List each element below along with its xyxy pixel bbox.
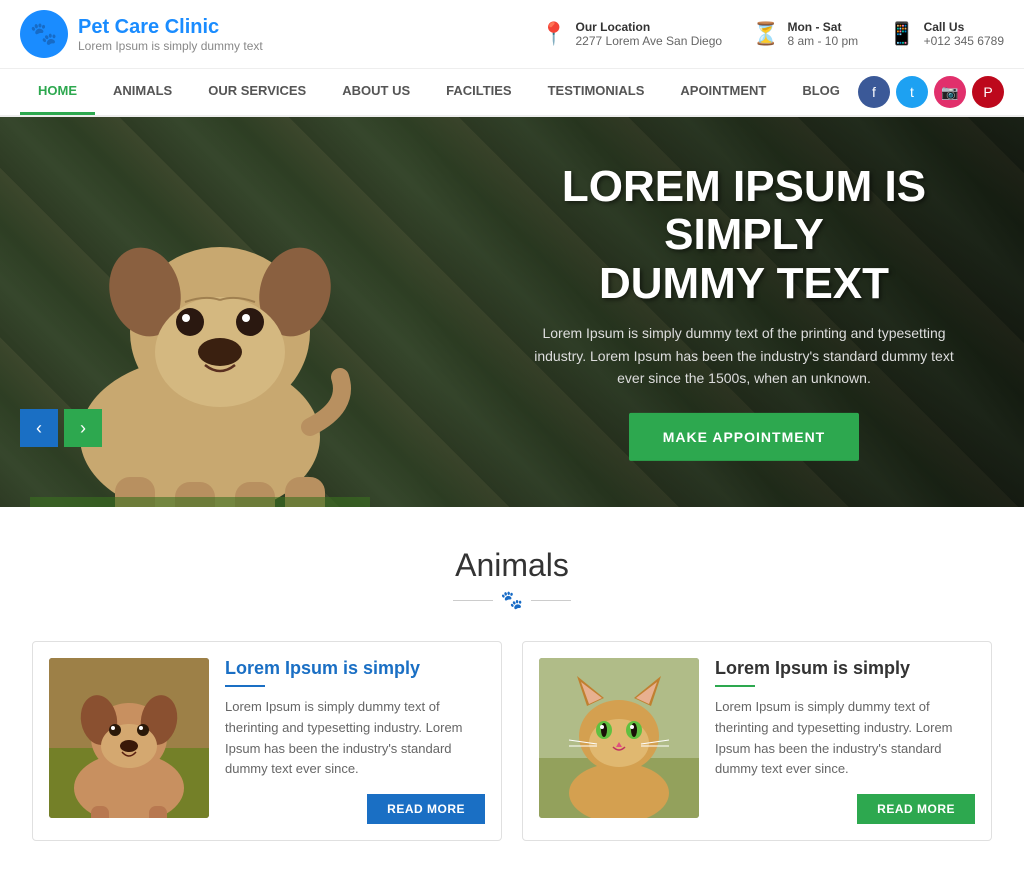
top-info: 📍 Our Location 2277 Lorem Ave San Diego … bbox=[540, 20, 1004, 48]
animals-section-title: Animals bbox=[20, 547, 1004, 584]
nav-blog[interactable]: BLOG bbox=[784, 69, 858, 115]
section-divider: 🐾 bbox=[20, 590, 1004, 611]
phone-info: 📱 Call Us +012 345 6789 bbox=[888, 20, 1004, 48]
call-value: +012 345 6789 bbox=[924, 34, 1004, 48]
pinterest-icon[interactable]: P bbox=[972, 76, 1004, 108]
paw-divider-icon: 🐾 bbox=[501, 590, 523, 611]
phone-icon: 📱 bbox=[888, 21, 915, 47]
carousel-prev-button[interactable]: ‹ bbox=[20, 409, 58, 447]
location-label: Our Location bbox=[576, 20, 723, 34]
location-info: 📍 Our Location 2277 Lorem Ave San Diego bbox=[540, 20, 722, 48]
animal-cards-row: Lorem Ipsum is simply Lorem Ipsum is sim… bbox=[20, 641, 1004, 841]
cat-card-image bbox=[539, 658, 699, 818]
dog-card-image bbox=[49, 658, 209, 818]
hero-dog-image bbox=[30, 137, 400, 507]
logo-icon: 🐾 bbox=[20, 10, 68, 58]
twitter-icon[interactable]: t bbox=[896, 76, 928, 108]
site-subtitle: Lorem Ipsum is simply dummy text bbox=[78, 39, 263, 53]
animal-card-cat: Lorem Ipsum is simply Lorem Ipsum is sim… bbox=[522, 641, 992, 841]
hero-title: LOREM IPSUM IS SIMPLY DUMMY TEXT bbox=[524, 163, 964, 308]
carousel-next-button[interactable]: › bbox=[64, 409, 102, 447]
logo-area: 🐾 Pet Care Clinic Lorem Ipsum is simply … bbox=[20, 10, 263, 58]
hero-description: Lorem Ipsum is simply dummy text of the … bbox=[524, 322, 964, 389]
facebook-icon[interactable]: f bbox=[858, 76, 890, 108]
cat-card-description: Lorem Ipsum is simply dummy text of ther… bbox=[715, 697, 975, 780]
hero-content: LOREM IPSUM IS SIMPLY DUMMY TEXT Lorem I… bbox=[524, 163, 964, 461]
location-icon: 📍 bbox=[540, 21, 567, 47]
dog-card-title: Lorem Ipsum is simply bbox=[225, 658, 485, 679]
logo-text: Pet Care Clinic Lorem Ipsum is simply du… bbox=[78, 16, 263, 53]
nav-services[interactable]: OUR SERVICES bbox=[190, 69, 324, 115]
call-label: Call Us bbox=[924, 20, 1004, 34]
hours-value: 8 am - 10 pm bbox=[787, 34, 858, 48]
dog-card-description: Lorem Ipsum is simply dummy text of ther… bbox=[225, 697, 485, 780]
hours-info: ⏳ Mon - Sat 8 am - 10 pm bbox=[752, 20, 858, 48]
nav-bar: HOME ANIMALS OUR SERVICES ABOUT US FACIL… bbox=[0, 69, 1024, 117]
appointment-button[interactable]: MAKE APPOINTMENT bbox=[629, 413, 859, 461]
social-icons: f t 📷 P bbox=[858, 76, 1004, 108]
dog-card-content: Lorem Ipsum is simply Lorem Ipsum is sim… bbox=[225, 658, 485, 824]
cat-card-underline bbox=[715, 685, 755, 687]
animal-card-dog: Lorem Ipsum is simply Lorem Ipsum is sim… bbox=[32, 641, 502, 841]
hours-label: Mon - Sat bbox=[787, 20, 858, 34]
top-bar: 🐾 Pet Care Clinic Lorem Ipsum is simply … bbox=[0, 0, 1024, 69]
animals-section: Animals 🐾 bbox=[0, 507, 1024, 871]
dog-card-underline bbox=[225, 685, 265, 687]
nav-animals[interactable]: ANIMALS bbox=[95, 69, 190, 115]
clock-icon: ⏳ bbox=[752, 21, 779, 47]
location-value: 2277 Lorem Ave San Diego bbox=[576, 34, 723, 48]
cat-card-read-more-button[interactable]: READ MORE bbox=[857, 794, 975, 824]
carousel-controls: ‹ › bbox=[20, 409, 102, 447]
cat-card-title: Lorem Ipsum is simply bbox=[715, 658, 975, 679]
dog-card-read-more-button[interactable]: READ MORE bbox=[367, 794, 485, 824]
nav-links: HOME ANIMALS OUR SERVICES ABOUT US FACIL… bbox=[20, 69, 858, 115]
nav-testimonials[interactable]: TESTIMONIALS bbox=[530, 69, 663, 115]
cat-card-content: Lorem Ipsum is simply Lorem Ipsum is sim… bbox=[715, 658, 975, 824]
instagram-icon[interactable]: 📷 bbox=[934, 76, 966, 108]
divider-right bbox=[531, 600, 571, 601]
site-title: Pet Care Clinic bbox=[78, 16, 263, 39]
divider-left bbox=[453, 600, 493, 601]
nav-home[interactable]: HOME bbox=[20, 69, 95, 115]
nav-facilities[interactable]: FACILTIES bbox=[428, 69, 529, 115]
hero-section: LOREM IPSUM IS SIMPLY DUMMY TEXT Lorem I… bbox=[0, 117, 1024, 507]
nav-about[interactable]: ABOUT US bbox=[324, 69, 428, 115]
nav-appointment[interactable]: APOINTMENT bbox=[662, 69, 784, 115]
